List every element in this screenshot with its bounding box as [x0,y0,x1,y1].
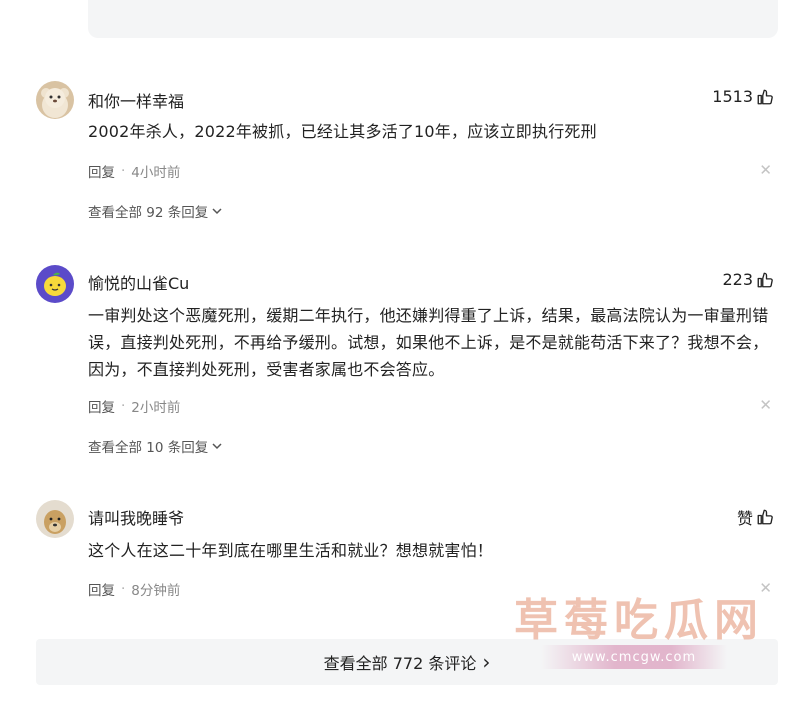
username[interactable]: 和你一样幸福 [88,88,184,112]
view-all-comments-label: 查看全部 772 条评论 [323,654,477,673]
close-icon[interactable]: ✕ [759,396,772,414]
like-button[interactable]: 223 [722,270,774,289]
view-all-comments-button[interactable]: 查看全部 772 条评论 › [36,639,778,685]
view-replies-button[interactable]: 查看全部 10 条回复 [88,436,223,456]
timestamp: 4小时前 [131,165,181,181]
thumbs-up-icon [757,509,773,525]
like-count: 1513 [712,87,753,106]
previous-content-card [88,0,778,38]
username[interactable]: 愉悦的山雀Cu [88,270,189,294]
separator-dot: · [121,581,126,597]
chevron-down-icon [212,443,222,450]
lemon-avatar-icon [36,265,74,303]
timestamp: 8分钟前 [131,583,181,599]
close-icon[interactable]: ✕ [759,579,772,597]
timestamp: 2小时前 [131,400,181,416]
avatar[interactable] [36,265,74,303]
username[interactable]: 请叫我晚睡爷 [88,505,184,529]
like-button[interactable]: 1513 [712,87,774,106]
like-button[interactable]: 赞 [737,505,774,529]
view-replies-label: 查看全部 10 条回复 [88,440,209,456]
comment-text: 一审判处这个恶魔死刑，缓期二年执行，他还嫌判得重了上诉，结果，最高法院认为一审量… [88,306,769,379]
comment-text: 这个人在这二十年到底在哪里生活和就业？想想就害怕！ [88,541,494,560]
avatar[interactable] [36,81,74,119]
teddy-bear-avatar-icon [36,81,74,119]
thumbs-up-icon [757,272,773,287]
avatar[interactable] [36,500,74,538]
close-icon[interactable]: ✕ [759,161,772,179]
thumbs-up-icon [757,89,773,104]
chevron-right-icon: › [482,650,491,674]
comment-meta: 回复 · 4小时前 [88,161,180,181]
like-count: 223 [722,270,753,289]
reply-button[interactable]: 回复 [88,579,115,599]
comment-text: 2002年杀人，2022年被抓，已经让其多活了10年，应该立即执行死刑 [88,122,597,141]
comment-meta: 回复 · 8分钟前 [88,579,180,599]
view-replies-button[interactable]: 查看全部 92 条回复 [88,201,223,221]
like-count: 赞 [736,509,753,528]
chevron-down-icon [212,208,222,215]
dog-avatar-icon [36,500,74,538]
reply-button[interactable]: 回复 [88,161,115,181]
view-replies-label: 查看全部 92 条回复 [88,205,209,221]
separator-dot: · [121,163,126,179]
separator-dot: · [121,398,126,414]
reply-button[interactable]: 回复 [88,396,115,416]
comment-meta: 回复 · 2小时前 [88,396,180,416]
